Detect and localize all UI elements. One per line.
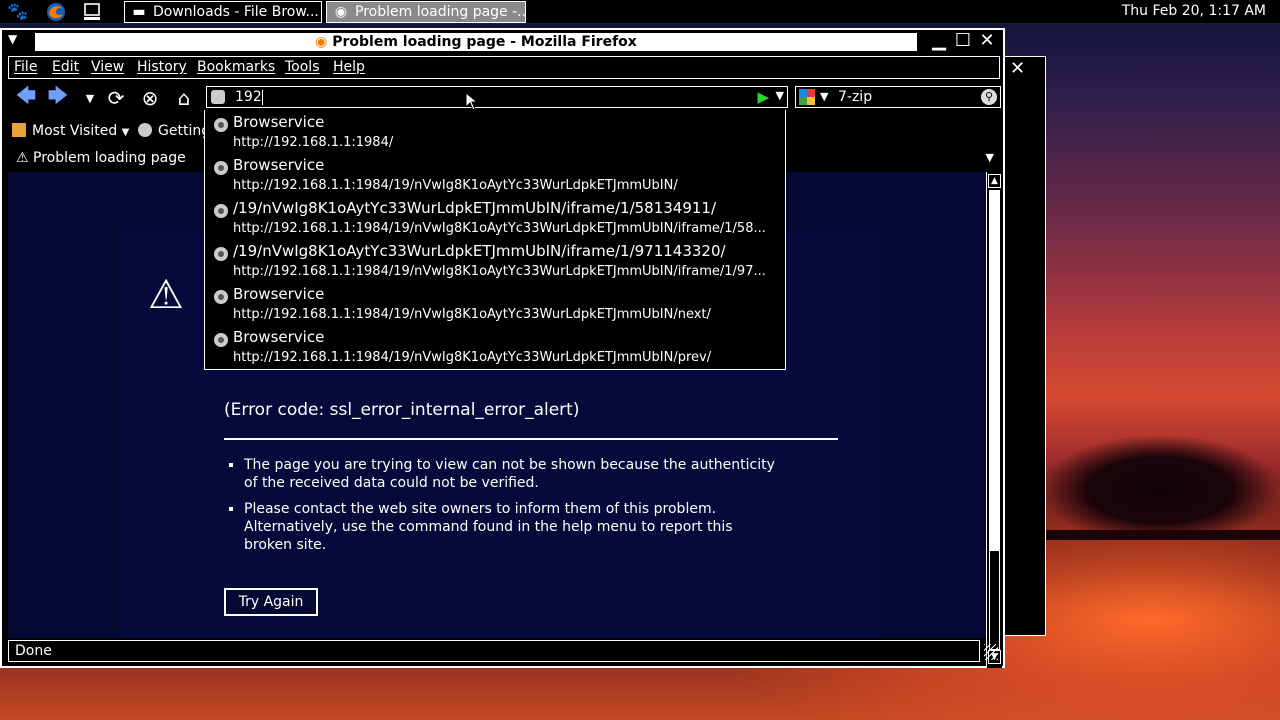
autocomplete-item[interactable]: Browservice http://192.168.1.1:1984/19/n… xyxy=(205,325,785,368)
url-input[interactable]: 192 xyxy=(235,89,262,105)
search-engine-dropdown-icon[interactable]: ▼ xyxy=(820,90,828,103)
warning-icon: ⚠ xyxy=(148,272,184,318)
autocomplete-url: http://192.168.1.1:1984/ xyxy=(233,135,394,150)
window-menu-icon[interactable]: ▼ xyxy=(8,32,17,46)
url-autocomplete-popup: Browservice http://192.168.1.1:1984/ Bro… xyxy=(204,110,786,370)
site-favicon-icon xyxy=(214,290,228,304)
clock[interactable]: Thu Feb 20, 1:17 AM xyxy=(1122,3,1266,19)
search-input[interactable]: 7-zip xyxy=(838,89,872,105)
error-bullet: Please contact the web site owners to in… xyxy=(244,500,784,554)
bookmark-favicon-icon xyxy=(138,123,152,137)
title-firefox-icon: ◉ xyxy=(315,34,328,50)
menu-view[interactable]: View xyxy=(91,59,124,75)
error-details: The page you are trying to view can not … xyxy=(224,456,784,562)
autocomplete-title: /19/nVwIg8K1oAytYc33WurLdpkETJmmUbIN/ifr… xyxy=(233,199,717,217)
chevron-down-icon: ▼ xyxy=(121,127,130,138)
resize-grip[interactable] xyxy=(984,644,998,660)
menu-history[interactable]: History xyxy=(137,59,187,75)
site-favicon-icon xyxy=(214,333,228,347)
bookmark-getting-started[interactable]: Getting xyxy=(138,123,210,139)
autocomplete-url: http://192.168.1.1:1984/19/nVwIg8K1oAytY… xyxy=(233,307,711,322)
menu-edit[interactable]: Edit xyxy=(52,59,79,75)
autocomplete-url: http://192.168.1.1:1984/19/nVwIg8K1oAytY… xyxy=(233,221,766,236)
computer-icon[interactable] xyxy=(80,1,104,23)
wallpaper-tree xyxy=(1040,420,1280,530)
titlebar[interactable]: ▼ ◉ Problem loading page - Mozilla Firef… xyxy=(2,30,1003,54)
folder-icon: ▬ xyxy=(132,4,146,20)
site-favicon-icon xyxy=(214,161,228,175)
menu-help[interactable]: Help xyxy=(333,59,365,75)
reload-icon[interactable]: ⟳ xyxy=(104,86,128,110)
search-icon[interactable]: ⚲ xyxy=(981,89,997,105)
search-bar[interactable]: ▼ 7-zip ⚲ xyxy=(795,86,1001,108)
status-bar: Done xyxy=(8,640,980,662)
scroll-thumb[interactable] xyxy=(990,191,999,551)
minimize-icon[interactable]: ▁ xyxy=(928,30,950,51)
autocomplete-url: http://192.168.1.1:1984/19/nVwIg8K1oAytY… xyxy=(233,178,678,193)
divider xyxy=(224,438,838,440)
url-bar[interactable]: 192 ▶ ▼ xyxy=(206,86,788,108)
autocomplete-title: Browservice xyxy=(233,156,325,174)
text-cursor xyxy=(261,89,263,105)
background-window[interactable] xyxy=(1004,56,1046,636)
autocomplete-title: /19/nVwIg8K1oAytYc33WurLdpkETJmmUbIN/ifr… xyxy=(233,242,726,260)
autocomplete-item[interactable]: Browservice http://192.168.1.1:1984/19/n… xyxy=(205,153,785,196)
autocomplete-url: http://192.168.1.1:1984/19/nVwIg8K1oAytY… xyxy=(233,350,712,365)
autocomplete-title: Browservice xyxy=(233,285,325,303)
firefox-icon: ◉ xyxy=(334,4,348,20)
folder-icon xyxy=(12,123,26,137)
top-panel: 🐾 ▬ Downloads - File Brow... ◉ Problem loa… xyxy=(0,0,1280,24)
autocomplete-item[interactable]: /19/nVwIg8K1oAytYc33WurLdpkETJmmUbIN/ifr… xyxy=(205,196,785,239)
history-dropdown-icon[interactable]: ▼ xyxy=(78,86,102,110)
task-firefox[interactable]: ◉ Problem loading page -... xyxy=(326,1,526,23)
tab-list-icon[interactable]: ▼ xyxy=(986,151,994,164)
site-favicon-icon xyxy=(214,118,228,132)
error-code: (Error code: ssl_error_internal_error_al… xyxy=(224,400,580,420)
scroll-track[interactable] xyxy=(989,190,1000,650)
menubar: File Edit View History Bookmarks Tools H… xyxy=(8,56,1000,79)
close-icon[interactable]: ✕ xyxy=(976,30,998,51)
go-arrow-icon[interactable]: ▶ xyxy=(757,88,769,106)
error-bullet: The page you are trying to view can not … xyxy=(244,456,784,492)
stop-icon[interactable]: ⊗ xyxy=(138,86,162,110)
home-icon[interactable]: ⌂ xyxy=(172,86,196,110)
autocomplete-title: Browservice xyxy=(233,328,325,346)
autocomplete-title: Browservice xyxy=(233,113,325,131)
maximize-icon[interactable]: ☐ xyxy=(952,30,974,51)
menu-file[interactable]: File xyxy=(14,59,37,75)
gnome-foot-icon[interactable]: 🐾 xyxy=(6,1,30,23)
try-again-button[interactable]: Try Again xyxy=(224,588,318,616)
mouse-cursor-icon xyxy=(466,93,478,111)
google-engine-icon[interactable] xyxy=(799,89,815,105)
task-downloads[interactable]: ▬ Downloads - File Brow... xyxy=(124,1,322,23)
site-favicon-icon xyxy=(214,204,228,218)
tab-problem-loading[interactable]: ⚠ Problem loading page xyxy=(16,150,186,166)
background-window-close-icon[interactable]: ✕ xyxy=(1010,58,1025,79)
autocomplete-item[interactable]: Browservice http://192.168.1.1:1984/ xyxy=(205,110,785,153)
warning-small-icon: ⚠ xyxy=(16,150,29,166)
bookmark-most-visited[interactable]: Most Visited ▼ xyxy=(12,123,129,139)
window-title: ◉ Problem loading page - Mozilla Firefox xyxy=(35,33,917,51)
status-text: Done xyxy=(15,643,52,659)
firefox-launcher-icon[interactable] xyxy=(44,1,68,23)
autocomplete-item[interactable]: /19/nVwIg8K1oAytYc33WurLdpkETJmmUbIN/ifr… xyxy=(205,239,785,282)
autocomplete-url: http://192.168.1.1:1984/19/nVwIg8K1oAytY… xyxy=(233,264,766,279)
autocomplete-item[interactable]: Browservice http://192.168.1.1:1984/19/n… xyxy=(205,282,785,325)
site-favicon-icon xyxy=(214,247,228,261)
vertical-scrollbar[interactable]: ▲ ▼ xyxy=(986,172,1002,668)
url-favicon-icon xyxy=(211,90,225,104)
menu-tools[interactable]: Tools xyxy=(285,59,320,75)
forward-icon[interactable]: 🡆 xyxy=(46,83,70,110)
url-dropdown-icon[interactable]: ▼ xyxy=(776,89,784,102)
back-icon[interactable]: 🡄 xyxy=(14,83,38,110)
menu-bookmarks[interactable]: Bookmarks xyxy=(197,59,275,75)
scroll-up-icon[interactable]: ▲ xyxy=(988,174,1001,188)
